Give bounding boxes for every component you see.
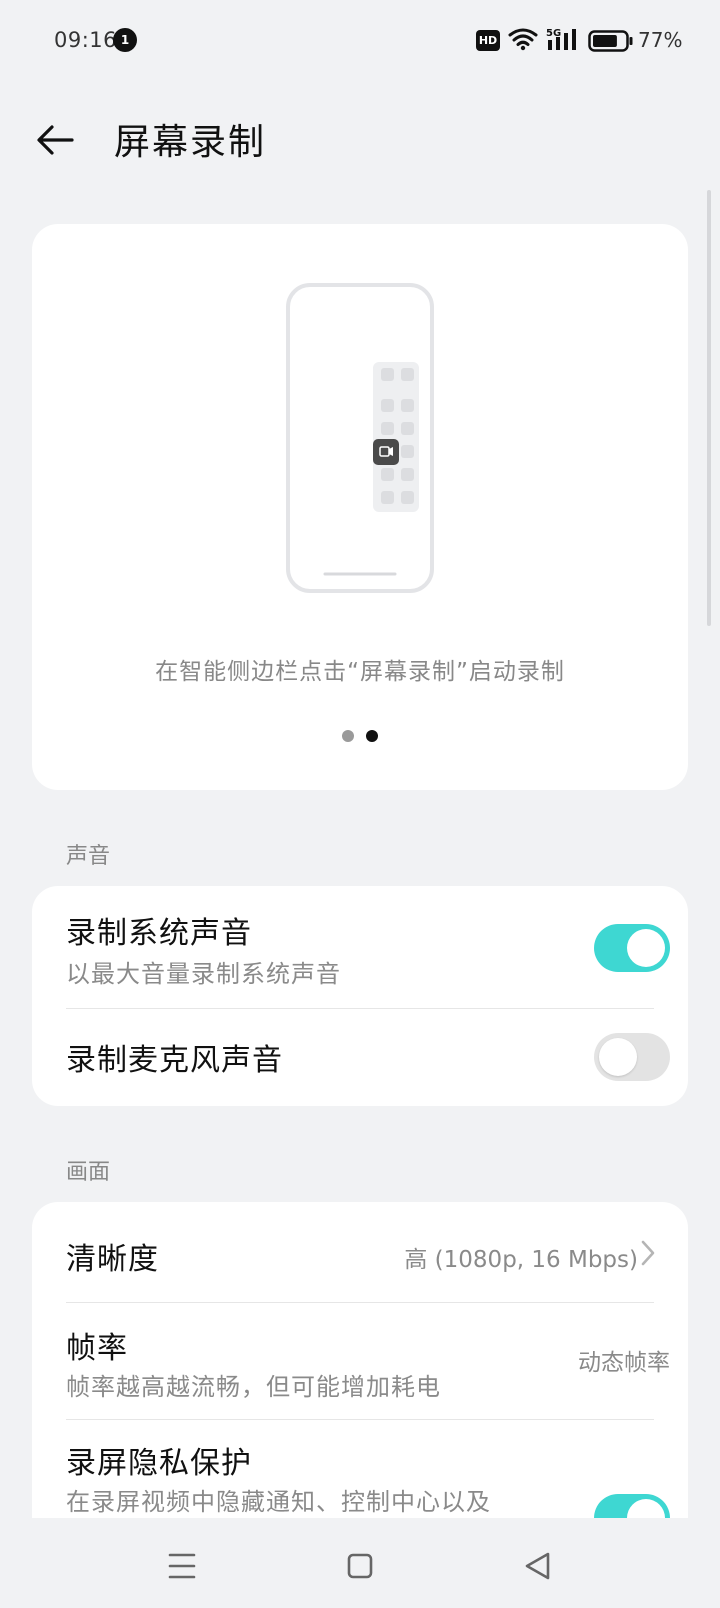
frame-rate-value: 动态帧率	[578, 1350, 670, 1376]
menu-icon	[168, 1553, 196, 1579]
preview-caption: 在智能侧边栏点击“屏幕录制”启动录制	[155, 659, 565, 685]
page-title: 屏幕录制	[114, 122, 267, 163]
row-title: 录屏隐私保护	[66, 1446, 252, 1481]
section-label-picture: 画面	[66, 1160, 111, 1185]
row-title: 清晰度	[66, 1242, 159, 1277]
page-dot-active[interactable]	[366, 730, 378, 742]
row-title: 录制系统声音	[66, 916, 252, 951]
system-audio-toggle[interactable]	[594, 924, 670, 972]
status-bar: 09:16 1 HD 5G 77%	[0, 0, 720, 84]
nav-back-button[interactable]	[518, 1546, 558, 1586]
arrow-left-icon	[37, 125, 74, 155]
section-label-sound: 声音	[66, 844, 111, 869]
scroll-indicator[interactable]	[707, 190, 711, 626]
navigation-bar	[0, 1518, 720, 1608]
microphone-toggle[interactable]	[594, 1033, 670, 1081]
row-subtitle: 以最大音量录制系统声音	[66, 960, 341, 988]
page-dot[interactable]	[342, 730, 354, 742]
sound-card: 录制系统声音 以最大音量录制系统声音 录制麦克风声音	[32, 886, 688, 1106]
back-button[interactable]	[34, 118, 78, 162]
resolution-row[interactable]: 清晰度 高 (1080p, 16 Mbps)	[32, 1202, 688, 1302]
battery-icon	[588, 30, 634, 56]
home-button[interactable]	[340, 1546, 380, 1586]
row-title: 录制麦克风声音	[66, 1043, 283, 1078]
frame-rate-row[interactable]: 帧率 帧率越高越流畅，但可能增加耗电 动态帧率	[32, 1303, 688, 1419]
record-microphone-row[interactable]: 录制麦克风声音	[32, 1009, 688, 1106]
row-subtitle: 在录屏视频中隐藏通知、控制中心以及	[66, 1488, 491, 1516]
square-icon	[347, 1553, 373, 1579]
battery-percent: 77%	[638, 28, 683, 52]
notification-count-badge: 1	[113, 28, 137, 52]
preview-card[interactable]: 在智能侧边栏点击“屏幕录制”启动录制	[32, 224, 688, 790]
phone-illustration	[285, 282, 435, 598]
recent-apps-button[interactable]	[162, 1546, 202, 1586]
hd-badge: HD	[476, 30, 500, 51]
signal-5g-icon: 5G	[546, 26, 582, 56]
wifi-icon	[508, 27, 538, 55]
triangle-back-icon	[525, 1552, 550, 1580]
row-title: 帧率	[66, 1331, 128, 1366]
page-indicator[interactable]	[32, 730, 688, 742]
resolution-value: 高 (1080p, 16 Mbps)	[404, 1247, 638, 1273]
status-time: 09:16	[54, 28, 118, 52]
row-subtitle: 帧率越高越流畅，但可能增加耗电	[66, 1373, 441, 1401]
chevron-right-icon	[641, 1240, 655, 1266]
record-system-audio-row[interactable]: 录制系统声音 以最大音量录制系统声音	[32, 886, 688, 1008]
